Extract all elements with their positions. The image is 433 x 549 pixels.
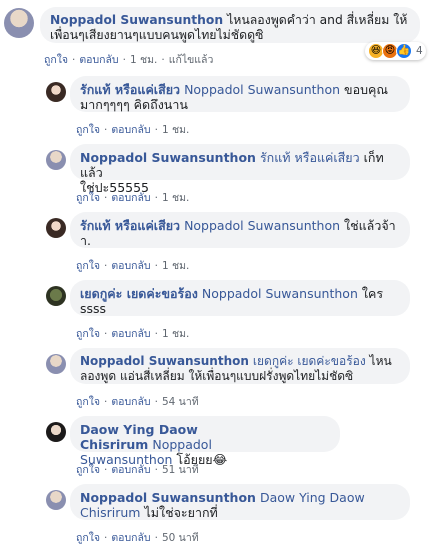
comment-author[interactable]: เยดกูค่ะ เยดค่ะขอร้อง bbox=[80, 286, 198, 301]
like-link[interactable]: ถูกใจ bbox=[76, 260, 100, 272]
comment-actions: ถูกใจ · ตอบกลับ · 50 นาที bbox=[76, 532, 199, 544]
comment-actions: ถูกใจ · ตอบกลับ · 1 ชม. bbox=[76, 192, 190, 204]
reply-link[interactable]: ตอบกลับ bbox=[79, 54, 118, 66]
mention-tag[interactable]: Noppadol Suwansunthon bbox=[184, 218, 340, 233]
timestamp[interactable]: 50 นาที bbox=[162, 532, 199, 544]
mention-tag[interactable]: Noppadol Suwansunthon bbox=[184, 82, 340, 97]
reactions-badge[interactable]: 😆 😡 👍 4 bbox=[365, 42, 426, 60]
comment-bubble: Daow Ying Daow Chisrirum Noppadol Suwansu… bbox=[70, 416, 340, 467]
reply-link[interactable]: ตอบกลับ bbox=[111, 124, 150, 136]
comment-actions: ถูกใจ · ตอบกลับ · 1 ชม. bbox=[76, 260, 190, 272]
comment-text: ไหน bbox=[369, 354, 392, 368]
timestamp[interactable]: 1 ชม. bbox=[162, 124, 189, 136]
comment-author[interactable]: รักแท้ หรือแค่เสียว bbox=[80, 82, 180, 97]
comment-author[interactable]: Noppadol Suwansunthon bbox=[80, 490, 256, 505]
comment-actions: ถูกใจ · ตอบกลับ · 54 นาที bbox=[76, 396, 199, 408]
avatar-noppadol[interactable] bbox=[46, 490, 66, 510]
edited-label[interactable]: แก้ไขแล้ว bbox=[169, 54, 214, 66]
avatar-raktae[interactable] bbox=[46, 82, 66, 102]
like-link[interactable]: ถูกใจ bbox=[76, 396, 100, 408]
comment-text: ขอบคุณ bbox=[344, 82, 388, 97]
timestamp[interactable]: 1 ชม. bbox=[130, 54, 157, 66]
comment-author[interactable]: Noppadol Suwansunthon bbox=[80, 354, 249, 368]
mention-tag[interactable]: Noppadol bbox=[152, 437, 212, 452]
comment-author[interactable]: Noppadol Suwansunthon bbox=[50, 13, 223, 27]
mention-tag[interactable]: เยดกูค่ะ เยดค่ะขอร้อง bbox=[253, 354, 366, 368]
comment-text-line2: เพื่อนๆเสียงยานๆแบบคนพูดไทยไม่ชัดดูซิ bbox=[50, 28, 264, 42]
avatar-noppadol[interactable] bbox=[46, 150, 66, 170]
reaction-count: 4 bbox=[416, 45, 423, 57]
comment-actions: ถูกใจ · ตอบกลับ · 1 ชม. · แก้ไขแล้ว bbox=[44, 54, 214, 66]
comment-text: ใช่แล้วจ้า bbox=[344, 218, 396, 233]
timestamp[interactable]: 51 นาที bbox=[162, 464, 199, 476]
like-link[interactable]: ถูกใจ bbox=[76, 328, 100, 340]
comment-text: ไม่ใช่จะยากที่ bbox=[144, 505, 218, 520]
timestamp[interactable]: 1 ชม. bbox=[162, 192, 189, 204]
like-link[interactable]: ถูกใจ bbox=[44, 54, 68, 66]
comment-bubble: เยดกูค่ะ เยดค่ะขอร้อง Noppadol Suwansunth… bbox=[70, 280, 410, 316]
comment-text: ใคร bbox=[361, 286, 384, 301]
mention-tag[interactable]: Daow Ying Daow bbox=[260, 490, 365, 505]
reply-link[interactable]: ตอบกลับ bbox=[111, 464, 150, 476]
comment-bubble: Noppadol Suwansunthon เยดกูค่ะ เยดค่ะขอร้… bbox=[70, 348, 410, 384]
comment-actions: ถูกใจ · ตอบกลับ · 1 ชม. bbox=[76, 124, 190, 136]
avatar-noppadol[interactable] bbox=[46, 354, 66, 374]
comment-bubble: Noppadol Suwansunthon รักแท้ หรือแค่เสียว… bbox=[70, 144, 410, 195]
comment-author[interactable]: Noppadol Suwansunthon bbox=[80, 150, 256, 165]
comment-actions: ถูกใจ · ตอบกลับ · 1 ชม. bbox=[76, 328, 190, 340]
reply-link[interactable]: ตอบกลับ bbox=[111, 192, 150, 204]
mention-tag[interactable]: Noppadol Suwansunthon bbox=[202, 286, 358, 301]
avatar-raktae[interactable] bbox=[46, 218, 66, 238]
comment-bubble: Noppadol Suwansunthon Daow Ying Daow Chis… bbox=[70, 484, 410, 520]
mention-tag[interactable]: รักแท้ หรือแค่เสียว bbox=[260, 150, 360, 165]
comment-text: ไหนลองพูดคำว่า and สี่เหลี่ยม ให้ bbox=[227, 13, 408, 27]
avatar-daow[interactable] bbox=[46, 422, 66, 442]
avatar-yedku[interactable] bbox=[46, 286, 66, 306]
like-link[interactable]: ถูกใจ bbox=[76, 124, 100, 136]
timestamp[interactable]: 54 นาที bbox=[162, 396, 199, 408]
reply-link[interactable]: ตอบกลับ bbox=[111, 396, 150, 408]
mention-tag-line2[interactable]: Chisrirum bbox=[80, 505, 141, 520]
like-link[interactable]: ถูกใจ bbox=[76, 532, 100, 544]
comment-text-line2: มากๆๆๆๆ คิดถึงนาน bbox=[80, 97, 188, 112]
comment-bubble: รักแท้ หรือแค่เสียว Noppadol Suwansunthon… bbox=[70, 76, 410, 112]
timestamp[interactable]: 1 ชม. bbox=[162, 328, 189, 340]
comment-text-line2: ssss bbox=[80, 301, 107, 316]
comment-author[interactable]: รักแท้ หรือแค่เสียว bbox=[80, 218, 180, 233]
reply-link[interactable]: ตอบกลับ bbox=[111, 532, 150, 544]
comment-text-line2: ลองพูด แอ่นสี่เหลี่ยม ให้เพื่อนๆแบบฝรั่ง… bbox=[80, 369, 354, 383]
reply-link[interactable]: ตอบกลับ bbox=[111, 328, 150, 340]
like-link[interactable]: ถูกใจ bbox=[76, 464, 100, 476]
like-icon: 👍 bbox=[396, 43, 412, 59]
comment-bubble: รักแท้ หรือแค่เสียว Noppadol Suwansunthon… bbox=[70, 212, 410, 248]
like-link[interactable]: ถูกใจ bbox=[76, 192, 100, 204]
timestamp[interactable]: 1 ชม. bbox=[162, 260, 189, 272]
avatar-noppadol[interactable] bbox=[4, 8, 34, 38]
comment-text-line2: า. bbox=[80, 233, 91, 248]
comment-bubble: Noppadol Suwansunthon ไหนลองพูดคำว่า and … bbox=[40, 7, 420, 43]
reply-link[interactable]: ตอบกลับ bbox=[111, 260, 150, 272]
comment-actions: ถูกใจ · ตอบกลับ · 51 นาที bbox=[76, 464, 199, 476]
